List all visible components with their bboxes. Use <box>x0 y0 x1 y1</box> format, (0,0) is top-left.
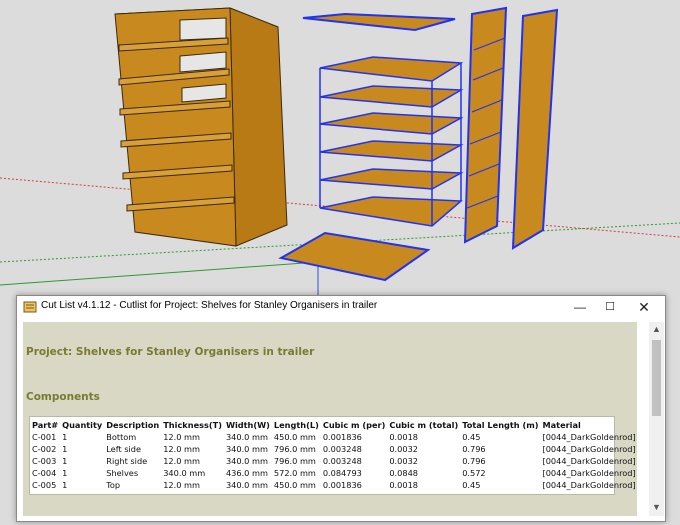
table-cell: C-004 <box>32 468 57 478</box>
vertical-scrollbar[interactable]: ▲ ▼ <box>649 322 664 516</box>
table-cell: 0.572 <box>462 468 486 478</box>
table-cell: 0.0032 <box>389 456 418 466</box>
table-cell: 0.796 <box>462 456 486 466</box>
column-header: Length(L) <box>273 420 319 430</box>
table-cell: Left side <box>106 444 142 454</box>
column-header: Material <box>542 420 581 430</box>
table-cell: 1 <box>62 468 68 478</box>
table-row: C-001 1 Bottom 12.0 mm 340.0 mm 450.0 mm… <box>32 431 637 443</box>
maximize-icon: ☐ <box>605 301 615 313</box>
maximize-button[interactable]: ☐ <box>595 296 625 318</box>
table-cell: 0.0848 <box>389 468 418 478</box>
cutlist-window: Cut List v4.1.12 - Cutlist for Project: … <box>16 295 666 522</box>
report-content: Project: Shelves for Stanley Organisers … <box>23 322 637 516</box>
scroll-up-button[interactable]: ▲ <box>649 322 664 336</box>
column-header: Thickness(T) <box>163 420 222 430</box>
close-button[interactable]: ✕ <box>629 296 659 318</box>
table-row: C-002 1 Left side 12.0 mm 340.0 mm 796.0… <box>32 443 637 455</box>
assembled-cabinet[interactable] <box>114 7 288 247</box>
table-cell: 340.0 mm <box>163 468 206 478</box>
scroll-down-button[interactable]: ▼ <box>649 500 664 514</box>
table-cell: [0044_DarkGoldenrod] <box>542 432 636 442</box>
table-cell: 1 <box>62 480 68 490</box>
table-cell: 1 <box>62 432 68 442</box>
column-header: Total Length (m) <box>462 420 539 430</box>
table-cell: 450.0 mm <box>273 432 316 442</box>
minimize-button[interactable]: — <box>565 296 595 318</box>
table-cell: 796.0 mm <box>273 444 316 454</box>
table-cell: 0.796 <box>462 444 486 454</box>
components-table: Part# Quantity Description Thickness(T) … <box>32 420 637 491</box>
table-cell: Bottom <box>106 432 137 442</box>
table-cell: 340.0 mm <box>225 432 268 442</box>
table-cell: C-003 <box>32 456 57 466</box>
table-cell: 12.0 mm <box>163 456 201 466</box>
scrollbar-thumb[interactable] <box>652 340 661 416</box>
app-icon <box>23 301 37 313</box>
table-cell: 1 <box>62 456 68 466</box>
table-cell: 436.0 mm <box>225 468 268 478</box>
table-cell: 0.0018 <box>389 432 418 442</box>
chevron-up-icon: ▲ <box>652 324 661 334</box>
table-cell: 450.0 mm <box>273 480 316 490</box>
table-row: C-005 1 Top 12.0 mm 340.0 mm 450.0 mm 0.… <box>32 479 637 491</box>
table-cell: [0044_DarkGoldenrod] <box>542 456 636 466</box>
table-cell: C-005 <box>32 480 57 490</box>
components-heading: Components <box>26 391 100 403</box>
table-cell: 1 <box>62 444 68 454</box>
table-row: C-004 1 Shelves 340.0 mm 436.0 mm 572.0 … <box>32 467 637 479</box>
components-table-box: Part# Quantity Description Thickness(T) … <box>29 416 636 495</box>
table-cell: C-002 <box>32 444 57 454</box>
column-header: Description <box>106 420 160 430</box>
table-cell: [0044_DarkGoldenrod] <box>542 468 636 478</box>
column-header: Cubic m (per) <box>322 420 386 430</box>
column-header: Cubic m (total) <box>389 420 459 430</box>
title-bar[interactable]: Cut List v4.1.12 - Cutlist for Project: … <box>17 296 665 318</box>
close-icon: ✕ <box>638 299 650 315</box>
table-cell: 796.0 mm <box>273 456 316 466</box>
table-cell: 572.0 mm <box>273 468 316 478</box>
table-cell: 0.001836 <box>322 480 362 490</box>
table-cell: [0044_DarkGoldenrod] <box>542 480 636 490</box>
table-cell: [0044_DarkGoldenrod] <box>542 444 636 454</box>
table-cell: 340.0 mm <box>225 444 268 454</box>
table-cell: 0.003248 <box>322 456 362 466</box>
table-cell: Shelves <box>106 468 139 478</box>
table-cell: Top <box>106 480 121 490</box>
table-cell: C-001 <box>32 432 57 442</box>
table-cell: 340.0 mm <box>225 480 268 490</box>
table-cell: 0.003248 <box>322 444 362 454</box>
column-header: Width(W) <box>225 420 270 430</box>
table-cell: 0.001836 <box>322 432 362 442</box>
table-cell: Right side <box>106 456 148 466</box>
minimize-icon: — <box>574 300 586 314</box>
window-title: Cut List v4.1.12 - Cutlist for Project: … <box>41 300 378 311</box>
table-cell: 0.45 <box>462 432 481 442</box>
table-cell: 340.0 mm <box>225 456 268 466</box>
table-cell: 12.0 mm <box>163 444 201 454</box>
table-header-row: Part# Quantity Description Thickness(T) … <box>32 420 637 431</box>
column-header: Quantity <box>62 420 103 430</box>
table-cell: 0.0018 <box>389 480 418 490</box>
chevron-down-icon: ▼ <box>652 502 661 512</box>
table-cell: 12.0 mm <box>163 432 201 442</box>
project-heading: Project: Shelves for Stanley Organisers … <box>26 346 315 358</box>
table-cell: 12.0 mm <box>163 480 201 490</box>
column-header: Part# <box>32 420 59 430</box>
table-row: C-003 1 Right side 12.0 mm 340.0 mm 796.… <box>32 455 637 467</box>
table-cell: 0.084793 <box>322 468 362 478</box>
table-cell: 0.0032 <box>389 444 418 454</box>
table-cell: 0.45 <box>462 480 481 490</box>
